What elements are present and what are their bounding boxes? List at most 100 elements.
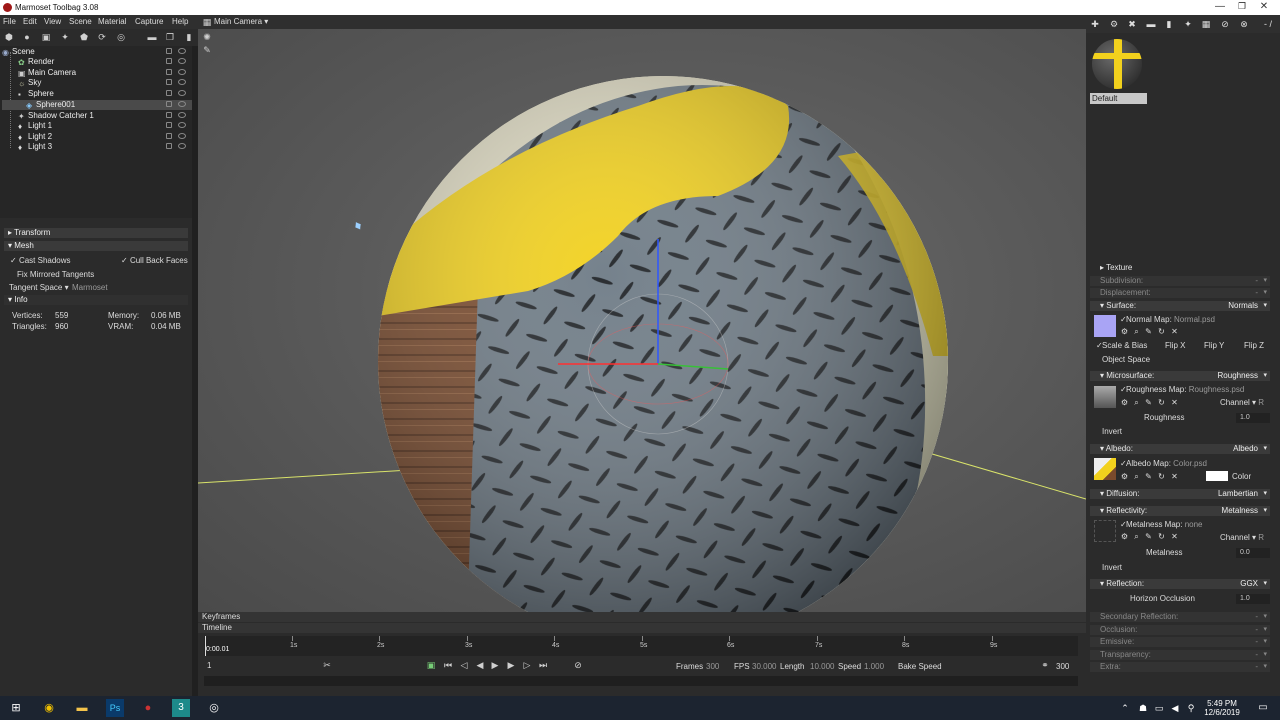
subdivision-row[interactable]: Subdivision: - ▾ — [1090, 276, 1270, 286]
clock[interactable]: 5:49 PM 12/6/2019 — [1200, 699, 1244, 717]
duplicate-icon[interactable]: ❐ — [165, 32, 175, 42]
transform-section[interactable]: ▸ Transform — [4, 228, 188, 238]
step-forward-icon[interactable]: ▶ — [506, 660, 516, 670]
add-turntable-icon[interactable]: ⟳ — [97, 32, 107, 42]
emissive-row[interactable]: Emissive: - ▾ — [1090, 637, 1270, 647]
tangent-space-dropdown[interactable]: Marmoset — [72, 283, 108, 292]
photoshop-icon[interactable]: Ps — [106, 699, 124, 717]
open-material-icon[interactable]: ▬ — [1146, 19, 1156, 29]
close-icon[interactable]: ✕ — [1170, 472, 1179, 481]
metalness-map-swatch[interactable] — [1094, 520, 1116, 542]
material-name[interactable]: Default — [1090, 93, 1147, 104]
tree-item-scene[interactable]: ◉ Scene — [2, 47, 192, 57]
metalness-map-label[interactable]: ✓Metalness Map: none — [1120, 520, 1203, 529]
menu-capture[interactable]: Capture — [135, 17, 163, 26]
timeline-header[interactable]: Timeline — [198, 623, 1086, 633]
file-explorer-icon[interactable]: ▬ — [73, 699, 91, 717]
3ds-max-icon[interactable]: 3 — [172, 699, 190, 717]
transform-gizmo[interactable] — [198, 29, 1086, 612]
transparency-row[interactable]: Transparency: - ▾ — [1090, 650, 1270, 660]
notifications-icon[interactable]: ▭ — [1254, 699, 1272, 717]
scale-bias-checkbox[interactable]: ✓Scale & Bias — [1096, 341, 1147, 350]
info-section[interactable]: ▾ Info — [4, 295, 188, 305]
menu-view[interactable]: View — [44, 17, 61, 26]
close-button[interactable]: ✕ — [1254, 1, 1274, 14]
bake-speed-checkbox[interactable]: Bake Speed — [898, 662, 942, 671]
step-back-icon[interactable]: ◀ — [475, 660, 485, 670]
marmoset-icon[interactable]: ● — [139, 699, 157, 717]
record-icon[interactable]: ⊘ — [573, 660, 583, 670]
next-key-icon[interactable]: ▷ — [522, 660, 532, 670]
object-space-checkbox[interactable]: Object Space — [1102, 355, 1150, 364]
flip-x-checkbox[interactable]: Flip X — [1165, 341, 1185, 350]
fix-mirrored-tangents-checkbox[interactable]: Fix Mirrored Tangents — [17, 270, 94, 279]
settings-icon[interactable]: ⚙ — [1120, 532, 1129, 541]
settings-icon[interactable]: ⚙ — [1120, 398, 1129, 407]
search-icon[interactable]: ⌕ — [1132, 327, 1141, 336]
reload-icon[interactable]: ↻ — [1157, 532, 1166, 541]
playhead[interactable] — [205, 636, 206, 656]
menu-scene[interactable]: Scene — [69, 17, 92, 26]
albedo-map-swatch[interactable] — [1094, 458, 1116, 480]
settings-icon[interactable]: ⚙ — [1120, 472, 1129, 481]
play-icon[interactable]: ▶ — [490, 660, 500, 670]
horizon-occlusion-field[interactable]: 1.0 — [1236, 594, 1270, 604]
reflectivity-row[interactable]: ▾ Reflectivity: Metalness ▾ — [1090, 506, 1270, 516]
reload-icon[interactable]: ↻ — [1157, 472, 1166, 481]
microsurface-row[interactable]: ▾ Microsurface: Roughness ▾ — [1090, 371, 1270, 381]
mesh-section[interactable]: ▾ Mesh — [4, 241, 188, 251]
add-group-icon[interactable]: ◎ — [116, 32, 126, 42]
occlusion-row[interactable]: Occlusion: - ▾ — [1090, 625, 1270, 635]
edit-icon[interactable]: ✎ — [1144, 327, 1153, 336]
speed-field[interactable]: 1.000 — [864, 662, 884, 671]
assign-material-icon[interactable]: ✦ — [1183, 19, 1193, 29]
go-end-icon[interactable]: ⏭ — [538, 660, 548, 670]
add-camera-icon[interactable]: ▣ — [41, 32, 51, 42]
metalness-field[interactable]: 0.0 — [1236, 548, 1270, 558]
clear-icon[interactable]: ⊗ — [1239, 19, 1249, 29]
tree-item-sphere[interactable]: ▪ Sphere — [18, 89, 192, 99]
edit-icon[interactable]: ✎ — [1144, 472, 1153, 481]
new-material-icon[interactable]: ✚ — [1090, 19, 1100, 29]
close-icon[interactable]: ✕ — [1170, 327, 1179, 336]
add-mesh-icon[interactable]: ⬢ — [4, 32, 14, 42]
roughness-invert-checkbox[interactable]: Invert — [1102, 427, 1122, 436]
albedo-row[interactable]: ▾ Albedo: Albedo ▾ — [1090, 444, 1270, 454]
edit-icon[interactable]: ✎ — [1144, 532, 1153, 541]
edit-icon[interactable]: ✎ — [1144, 398, 1153, 407]
maximize-button[interactable]: ❐ — [1232, 1, 1252, 14]
folder-icon[interactable]: ▬ — [147, 32, 157, 42]
scissors-icon[interactable]: ✂ — [322, 660, 332, 670]
roughness-map-label[interactable]: ✓Roughness Map: Roughness.psd — [1120, 385, 1244, 394]
usb-icon[interactable]: ⚲ — [1182, 699, 1200, 717]
menu-edit[interactable]: Edit — [23, 17, 37, 26]
tree-item-light-3[interactable]: ♦ Light 3 — [18, 142, 192, 152]
obs-icon[interactable]: ◎ — [205, 699, 223, 717]
camera-dropdown[interactable]: Main Camera ▾ — [214, 17, 268, 26]
tree-item-sky[interactable]: ☼ Sky — [18, 78, 192, 88]
length-field[interactable]: 10.000 — [810, 662, 834, 671]
flip-y-checkbox[interactable]: Flip Y — [1204, 341, 1224, 350]
tree-item-light-2[interactable]: ♦ Light 2 — [18, 132, 192, 142]
add-fog-icon[interactable]: ⬟ — [79, 32, 89, 42]
menu-help[interactable]: Help — [172, 17, 188, 26]
reflection-row[interactable]: ▾ Reflection: GGX ▾ — [1090, 579, 1270, 589]
menu-material[interactable]: Material — [98, 17, 126, 26]
delete-material-icon[interactable]: ▮ — [1164, 19, 1174, 29]
roughness-map-swatch[interactable] — [1094, 386, 1116, 408]
tree-item-main-camera[interactable]: ▣ Main Camera — [18, 68, 192, 78]
normal-map-label[interactable]: ✓Normal Map: Normal.psd — [1120, 315, 1215, 324]
search-icon[interactable]: ⌕ — [1132, 532, 1141, 541]
add-shadow-catcher-icon[interactable]: ✦ — [60, 32, 70, 42]
search-icon[interactable]: ⌕ — [1132, 398, 1141, 407]
menu-file[interactable]: File — [3, 17, 16, 26]
texture-section[interactable]: ▸ Texture — [1090, 263, 1270, 273]
normal-map-swatch[interactable] — [1094, 315, 1116, 337]
tree-item-shadow-catcher-1[interactable]: ✦ Shadow Catcher 1 — [18, 111, 192, 121]
material-thumbnail[interactable] — [1092, 39, 1142, 89]
cancel-icon[interactable]: ⊘ — [1220, 19, 1230, 29]
windows-start-icon[interactable]: ⊞ — [7, 699, 25, 717]
metalness-channel-dropdown[interactable]: Channel ▾ R — [1220, 533, 1264, 542]
loop-icon[interactable]: ▣ — [426, 660, 436, 670]
settings-icon[interactable]: ⚙ — [1120, 327, 1129, 336]
